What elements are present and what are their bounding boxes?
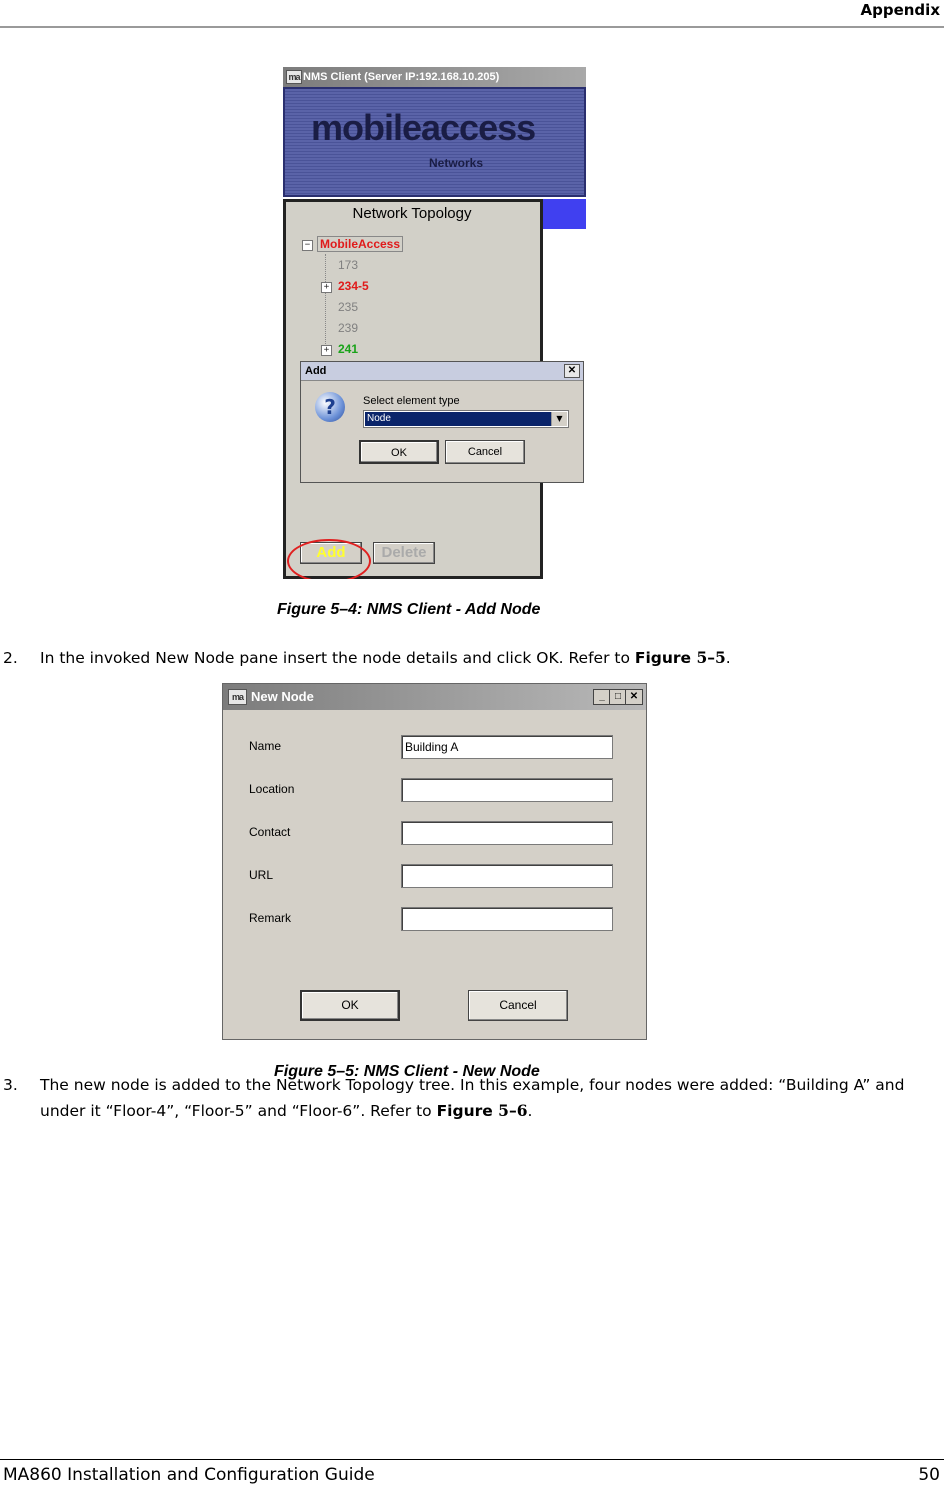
location-field[interactable]	[401, 778, 613, 802]
close-icon[interactable]: ✕	[564, 364, 580, 378]
page-header: Appendix	[0, 0, 944, 28]
nms-client-window-title: NMS Client (Server IP:192.168.10.205)	[303, 71, 500, 83]
sentence-end: .	[527, 1102, 533, 1120]
tree-item-173[interactable]: 173	[338, 258, 358, 272]
new-node-title: New Node	[251, 689, 314, 704]
ma-app-icon: ma	[228, 689, 247, 705]
chevron-down-icon[interactable]: ▼	[551, 412, 567, 426]
name-field[interactable]: Building A	[401, 735, 613, 759]
remark-label: Remark	[249, 911, 292, 925]
tree-item-234-5[interactable]: 234-5	[338, 279, 369, 293]
networks-logo-subtitle: Networks	[429, 156, 484, 170]
delete-button[interactable]: Delete	[373, 542, 435, 564]
question-icon: ?	[315, 392, 345, 422]
figure-reference-label: Figure	[436, 1102, 499, 1120]
step-number: 2.	[3, 649, 18, 667]
header-title: Appendix	[860, 1, 941, 19]
figure-reference-label: Figure	[634, 649, 697, 667]
step-2-text: In the invoked New Node pane insert the …	[40, 645, 731, 671]
add-dialog-title: Add	[305, 365, 327, 377]
collapse-icon[interactable]: −	[302, 240, 313, 251]
tree-root-mobileaccess[interactable]: MobileAccess	[317, 236, 404, 252]
new-node-dialog: ma New Node _ □ ✕ Name Building A Locati…	[222, 683, 647, 1040]
figure-reference-number[interactable]: 5–5	[696, 648, 725, 667]
add-dialog: Add ✕ ? Select element type Node ▼ OK Ca…	[300, 361, 584, 483]
expand-icon[interactable]: +	[321, 282, 332, 293]
network-topology-title: Network Topology	[352, 205, 472, 222]
ok-button[interactable]: OK	[300, 990, 400, 1021]
select-element-type-label: Select element type	[363, 395, 460, 407]
highlight-circle	[287, 539, 371, 579]
name-label: Name	[249, 739, 282, 753]
url-label: URL	[249, 868, 274, 882]
expand-icon[interactable]: +	[321, 345, 332, 356]
remark-field[interactable]	[401, 907, 613, 931]
page-number: 50	[918, 1465, 940, 1485]
new-node-titlebar: ma New Node _ □ ✕	[223, 684, 646, 710]
nms-client-screenshot: ma NMS Client (Server IP:192.168.10.205)…	[283, 67, 586, 579]
blue-side-panel	[543, 199, 586, 229]
tree-connector	[325, 254, 326, 354]
tree-item-235[interactable]: 235	[338, 300, 358, 314]
sentence-end: .	[725, 649, 731, 667]
mobileaccess-logo: mobileaccess	[311, 107, 536, 148]
contact-field[interactable]	[401, 821, 613, 845]
figure-caption: Figure 5–4: NMS Client - Add Node	[277, 601, 541, 618]
tree-item-239[interactable]: 239	[338, 321, 358, 335]
cancel-button[interactable]: Cancel	[445, 440, 525, 464]
url-field[interactable]	[401, 864, 613, 888]
cancel-button[interactable]: Cancel	[468, 990, 568, 1021]
nms-client-titlebar: ma NMS Client (Server IP:192.168.10.205)	[283, 67, 586, 87]
location-label: Location	[249, 782, 295, 796]
step-number: 3.	[3, 1076, 18, 1094]
ok-button[interactable]: OK	[359, 440, 439, 464]
footer-document-title: MA860 Installation and Configuration Gui…	[3, 1465, 375, 1485]
figure-reference-number[interactable]: 5–6	[498, 1101, 527, 1120]
element-type-select[interactable]: Node ▼	[363, 410, 569, 428]
close-icon[interactable]: ✕	[625, 689, 643, 705]
tree-item-241[interactable]: 241	[338, 342, 358, 356]
page-footer-rule	[0, 1459, 944, 1460]
contact-label: Contact	[249, 825, 291, 839]
element-type-value: Node	[365, 412, 552, 426]
step-3-text: The new node is added to the Network Top…	[40, 1072, 940, 1124]
ma-app-icon: ma	[286, 70, 302, 84]
step-2-body: In the invoked New Node pane insert the …	[40, 649, 635, 667]
add-dialog-titlebar: Add ✕	[301, 362, 583, 381]
